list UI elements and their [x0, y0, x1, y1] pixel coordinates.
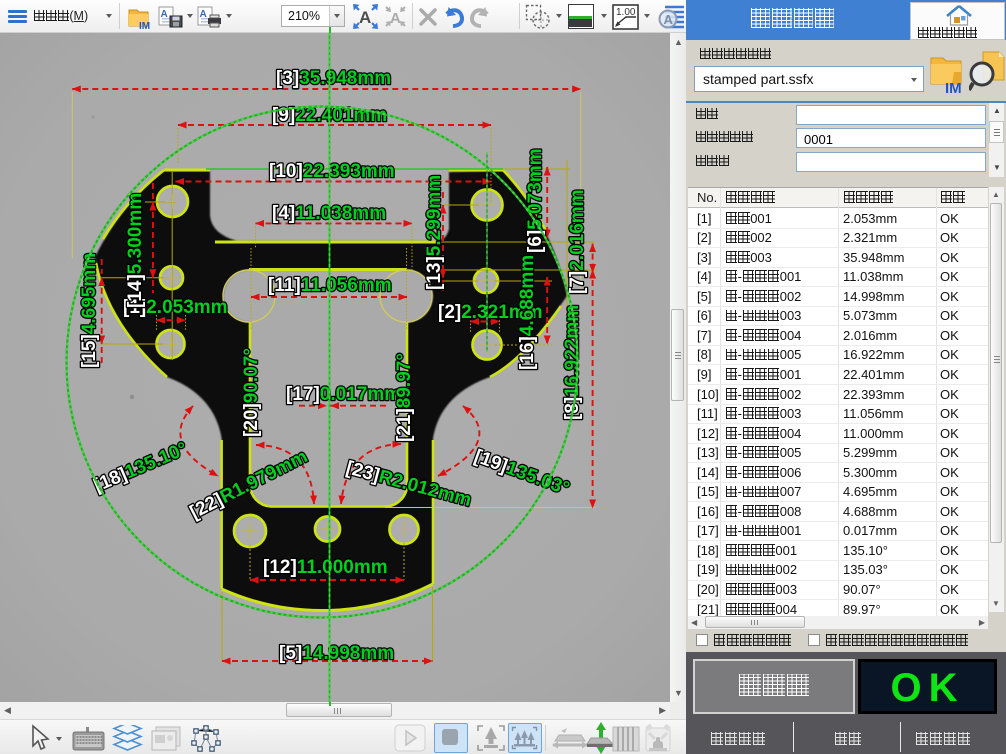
svg-text:[8]16.922mm: [8]16.922mm: [562, 305, 583, 420]
svg-text:[10]22.393mm: [10]22.393mm: [269, 161, 395, 182]
svg-text:[13]5.299mm: [13]5.299mm: [424, 175, 445, 290]
svg-text:[15]4.695mm: [15]4.695mm: [79, 253, 100, 368]
svg-text:[17]0.017mm: [17]0.017mm: [286, 384, 401, 405]
svg-text:[3]35.948mm: [3]35.948mm: [276, 68, 391, 89]
svg-text:IM: IM: [139, 21, 150, 30]
svg-text:A: A: [390, 10, 401, 27]
svg-text:IM: IM: [945, 80, 962, 94]
svg-text:[12]11.000mm: [12]11.000mm: [263, 557, 388, 578]
svg-text:[21]89.97°: [21]89.97°: [394, 353, 415, 442]
svg-text:[14]5.300mm: [14]5.300mm: [125, 193, 146, 308]
svg-text:[7]2.016mm: [7]2.016mm: [567, 189, 588, 294]
svg-text:A: A: [664, 12, 674, 27]
svg-text:[6]5.073mm: [6]5.073mm: [525, 148, 546, 253]
svg-text:A: A: [359, 8, 371, 27]
svg-text:[20]90.07°: [20]90.07°: [241, 348, 262, 437]
svg-text:[5]14.998mm: [5]14.998mm: [279, 643, 394, 664]
svg-text:[16]4.688mm: [16]4.688mm: [517, 255, 538, 370]
